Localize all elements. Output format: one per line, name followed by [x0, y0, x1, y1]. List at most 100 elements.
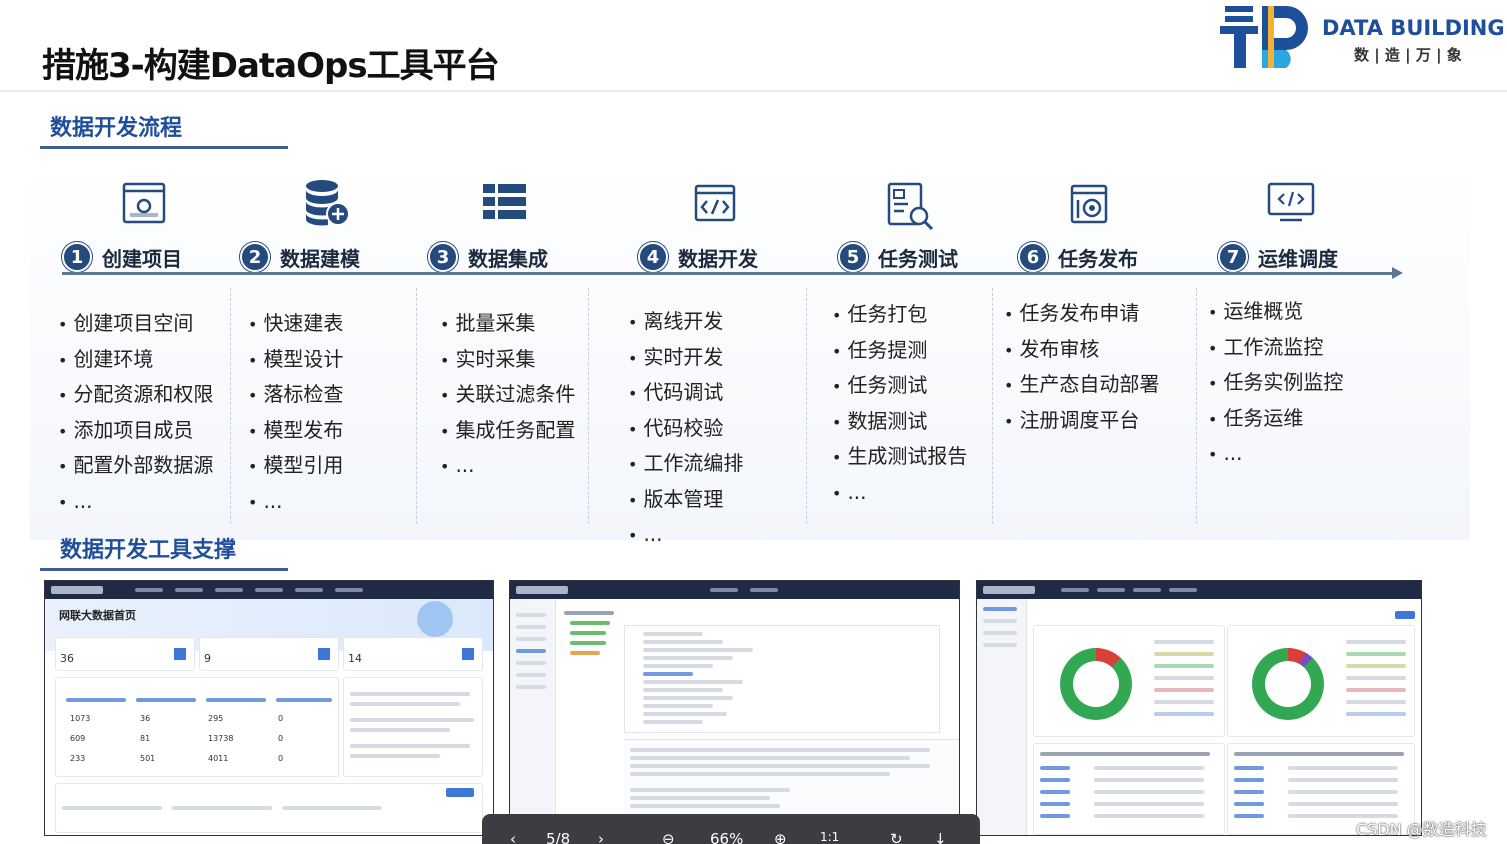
step-name: 任务测试 [878, 246, 958, 271]
step-name: 任务发布 [1058, 246, 1138, 271]
app-topbar [45, 581, 493, 599]
banner-illustration [417, 601, 453, 637]
notice-panel [343, 677, 483, 777]
step-1-items: 创建项目空间 创建环境 分配资源和权限 添加项目成员 配置外部数据源 ... [58, 306, 213, 519]
step-7-items: 运维概览 工作流监控 任务实例监控 任务运维 ... [1208, 294, 1343, 472]
recent-list [55, 783, 483, 833]
list-item: 添加项目成员 [58, 413, 213, 449]
code-editor [624, 625, 940, 733]
monitor-sidebar [977, 599, 1027, 835]
app-topbar [510, 581, 959, 599]
column-divider [416, 288, 417, 524]
step-4-items: 离线开发 实时开发 代码调试 代码校验 工作流编排 版本管理 ... [628, 304, 743, 553]
ide-screenshot [509, 580, 960, 836]
step-name: 创建项目 [102, 246, 182, 271]
logo-text: DATA BUILDING [1322, 16, 1505, 40]
step-3-items: 批量采集 实时采集 关联过滤条件 集成任务配置 ... [440, 306, 575, 484]
step-name: 数据开发 [678, 246, 758, 271]
stat-card: 36 [55, 637, 195, 671]
list-item: ... [440, 448, 575, 484]
step-5-items: 任务打包 任务提测 任务测试 数据测试 生成测试报告 ... [832, 297, 967, 510]
list-item: ... [1208, 436, 1343, 472]
list-item: 工作流编排 [628, 446, 743, 482]
zoom-level: 66% [710, 830, 744, 844]
metrics-panel: 1073 36 295 0 609 81 13738 0 233 501 401… [55, 677, 339, 777]
app-topbar [977, 581, 1421, 599]
list-item: 发布审核 [1004, 332, 1159, 368]
step-number: 5 [838, 242, 868, 272]
list-item: 任务提测 [832, 333, 967, 369]
zoom-in-icon[interactable]: ⊕ [774, 830, 787, 844]
step-number: 4 [638, 242, 668, 272]
page-title: 措施3-构建DataOps工具平台 [42, 46, 500, 86]
monitoring-screenshot [976, 580, 1422, 836]
list-item: 生产态自动部署 [1004, 367, 1159, 403]
table-grid-icon [483, 184, 526, 219]
list-item: 任务发布申请 [1004, 296, 1159, 332]
list-item: 关联过滤条件 [440, 377, 575, 413]
list-item: 任务运维 [1208, 401, 1343, 437]
list-item: ... [628, 517, 743, 553]
column-divider [992, 288, 993, 524]
list-item: 代码调试 [628, 375, 743, 411]
tools-section-underline [40, 568, 288, 571]
step-number: 2 [240, 242, 270, 272]
workflow-table [1033, 743, 1225, 835]
logo-subtitle: 数 | 造 | 万 | 象 [1354, 46, 1462, 64]
list-item: ... [248, 484, 343, 520]
list-item: 生成测试报告 [832, 439, 967, 475]
list-item: 创建环境 [58, 342, 213, 378]
list-item: 创建项目空间 [58, 306, 213, 342]
list-item: ... [832, 475, 967, 511]
page-indicator: 5/8 [546, 830, 571, 844]
list-item: 批量采集 [440, 306, 575, 342]
list-item: 落标检查 [248, 377, 343, 413]
list-item: 运维概览 [1208, 294, 1343, 330]
file-tree [560, 605, 620, 685]
workflow-chart [1033, 625, 1225, 737]
column-divider [230, 288, 231, 524]
database-add-icon [306, 180, 350, 226]
fit-button[interactable]: 1:1 [820, 830, 839, 844]
step-6-items: 任务发布申请 发布审核 生产态自动部署 注册调度平台 [1004, 296, 1159, 438]
list-item: 模型设计 [248, 342, 343, 378]
list-item: 模型引用 [248, 448, 343, 484]
column-divider [806, 288, 807, 524]
list-item: 快速建表 [248, 306, 343, 342]
process-timeline [62, 272, 1394, 275]
list-item: 代码校验 [628, 411, 743, 447]
ide-sidebar [510, 599, 556, 835]
list-item: 工作流监控 [1208, 330, 1343, 366]
step-number: 6 [1018, 242, 1048, 272]
list-item: 集成任务配置 [440, 413, 575, 449]
header-divider [0, 90, 1507, 92]
step-name: 数据建模 [280, 246, 360, 271]
list-item: 实时采集 [440, 342, 575, 378]
list-item: 任务测试 [832, 368, 967, 404]
step-2-items: 快速建表 模型设计 落标检查 模型发布 模型引用 ... [248, 306, 343, 519]
step-number: 3 [428, 242, 458, 272]
document-search-icon [887, 182, 934, 231]
rotate-icon[interactable]: ↻ [890, 830, 903, 844]
list-item: 模型发布 [248, 413, 343, 449]
list-item: 离线开发 [628, 304, 743, 340]
publish-icon [1070, 184, 1108, 224]
zoom-out-icon[interactable]: ⊖ [662, 830, 675, 844]
step-number: 7 [1218, 242, 1248, 272]
next-page-icon[interactable]: › [598, 830, 604, 844]
list-item: 版本管理 [628, 482, 743, 518]
instance-chart [1227, 625, 1415, 737]
list-item: 数据测试 [832, 404, 967, 440]
process-section-title: 数据开发流程 [50, 116, 183, 141]
list-item: 配置外部数据源 [58, 448, 213, 484]
tools-section-title: 数据开发工具支撑 [60, 538, 237, 563]
list-item: 分配资源和权限 [58, 377, 213, 413]
dashboard-title: 网联大数据首页 [59, 609, 136, 622]
step-number: 1 [62, 242, 92, 272]
download-icon[interactable]: ↓ [934, 830, 947, 844]
workflow-donut-chart [1060, 648, 1132, 720]
browser-window-icon [122, 182, 166, 224]
prev-page-icon[interactable]: ‹ [510, 830, 516, 844]
list-item: 任务实例监控 [1208, 365, 1343, 401]
column-divider [1196, 288, 1197, 524]
